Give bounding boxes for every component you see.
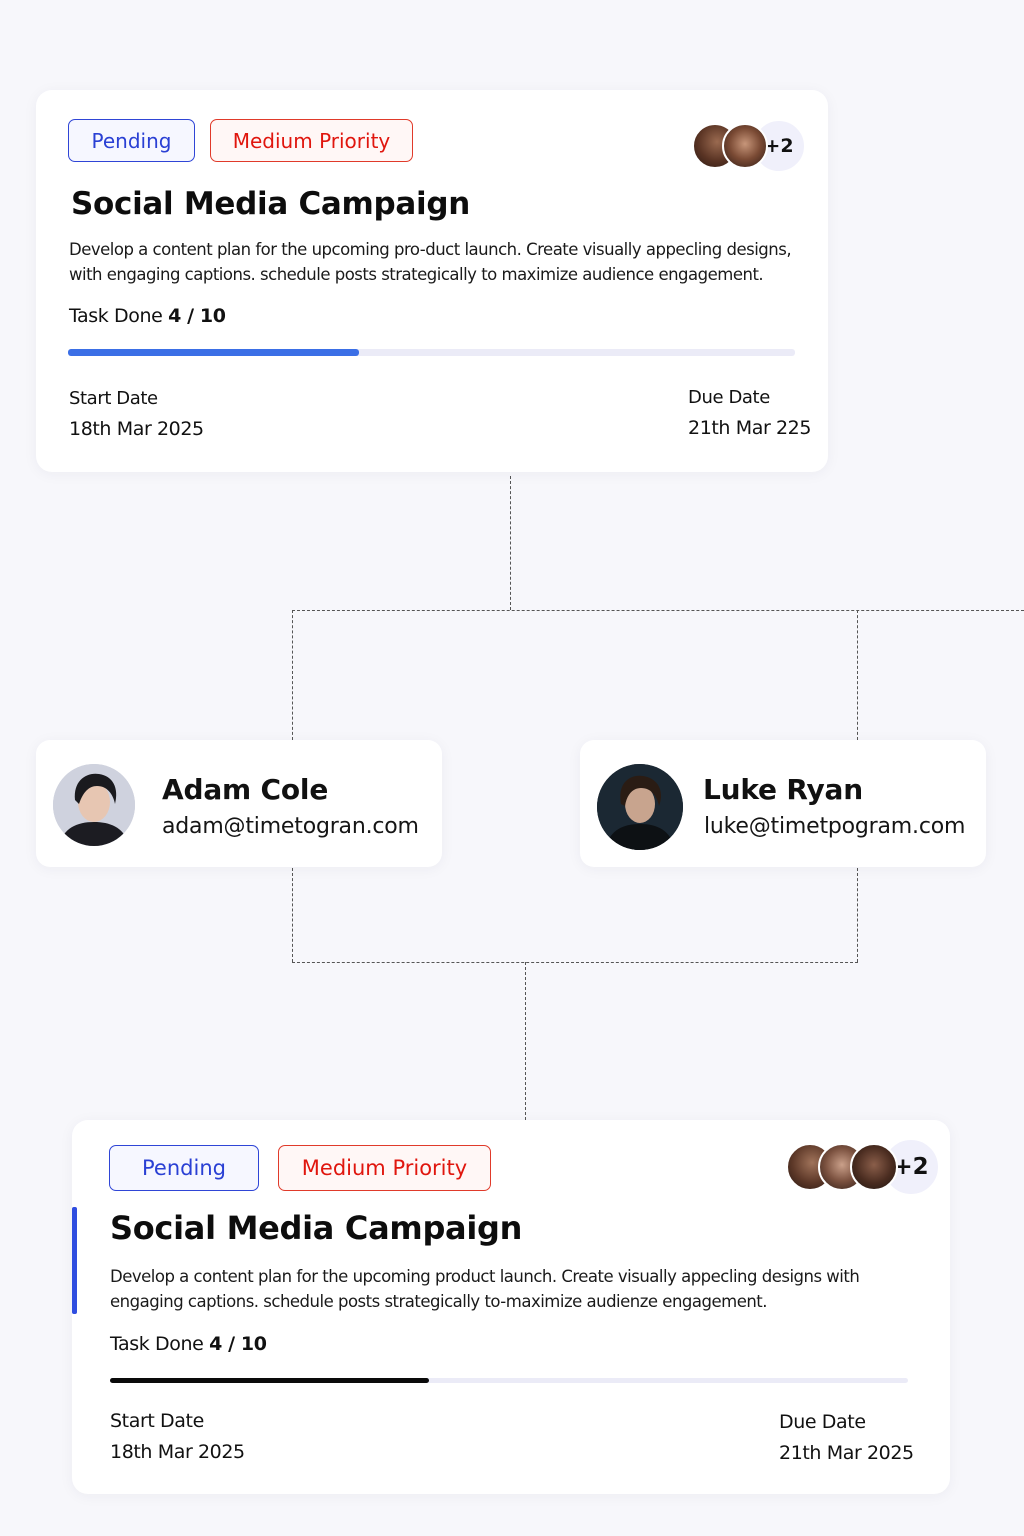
start-date-label: Start Date [69, 388, 158, 409]
start-date-value: 18th Mar 2025 [69, 418, 204, 440]
progress-bar [68, 349, 795, 356]
connector-right-drop [857, 610, 858, 740]
task-done-label: Task Done [110, 1333, 204, 1355]
task-card-top[interactable]: Pending Medium Priority +2 Social Media … [36, 90, 828, 472]
progress-fill [110, 1378, 430, 1383]
avatar [53, 764, 135, 846]
avatar [722, 123, 768, 169]
connector-left-drop [292, 610, 293, 740]
connector-left-rise [292, 868, 293, 962]
priority-badge: Medium Priority [210, 119, 413, 162]
task-card-bottom[interactable]: Pending Medium Priority +2 Social Media … [72, 1120, 950, 1494]
progress-bar [110, 1378, 908, 1383]
member-email[interactable]: adam@timetogran.com [162, 814, 419, 839]
assignee-stack[interactable]: +2 [786, 1138, 940, 1196]
start-date-label: Start Date [110, 1410, 204, 1432]
task-title: Social Media Campaign [110, 1209, 523, 1247]
member-email[interactable]: luke@timetpogram.com [704, 814, 965, 839]
due-date-label: Due Date [688, 387, 770, 408]
due-date-label: Due Date [779, 1411, 866, 1433]
assignee-stack[interactable]: +2 [692, 119, 806, 173]
person-avatar-icon [597, 764, 683, 850]
member-name: Luke Ryan [703, 773, 863, 806]
status-badge: Pending [68, 119, 195, 162]
connector-top-bar [292, 610, 1024, 611]
due-date-value: 21th Mar 2025 [779, 1442, 914, 1464]
person-avatar-icon [53, 764, 135, 846]
task-progress-label: Task Done 4 / 10 [69, 305, 226, 327]
task-description: Develop a content plan for the upcoming … [110, 1267, 860, 1311]
start-date-value: 18th Mar 2025 [110, 1441, 245, 1463]
due-date-value: 21th Mar 225 [688, 417, 812, 439]
task-done-label: Task Done [69, 305, 163, 327]
connector-right-rise [857, 868, 858, 962]
status-badge: Pending [109, 1145, 259, 1191]
member-card-luke[interactable]: Luke Ryan luke@timetpogram.com [580, 740, 986, 867]
connector-bottom-bar [292, 962, 858, 963]
progress-fill [68, 349, 359, 356]
avatar [597, 764, 683, 850]
connector-top-stem [510, 476, 511, 610]
task-progress-label: Task Done 4 / 10 [110, 1333, 267, 1355]
avatar [850, 1143, 898, 1191]
task-title: Social Media Campaign [71, 186, 471, 222]
member-card-adam[interactable]: Adam Cole adam@timetogran.com [36, 740, 442, 867]
task-done-count: 4 / 10 [168, 305, 226, 327]
connector-bottom-stem [525, 962, 526, 1120]
task-done-count: 4 / 10 [209, 1333, 267, 1355]
task-description: Develop a content plan for the upcoming … [69, 240, 792, 284]
member-name: Adam Cole [162, 773, 329, 806]
accent-bar [72, 1207, 77, 1314]
priority-badge: Medium Priority [278, 1145, 491, 1191]
